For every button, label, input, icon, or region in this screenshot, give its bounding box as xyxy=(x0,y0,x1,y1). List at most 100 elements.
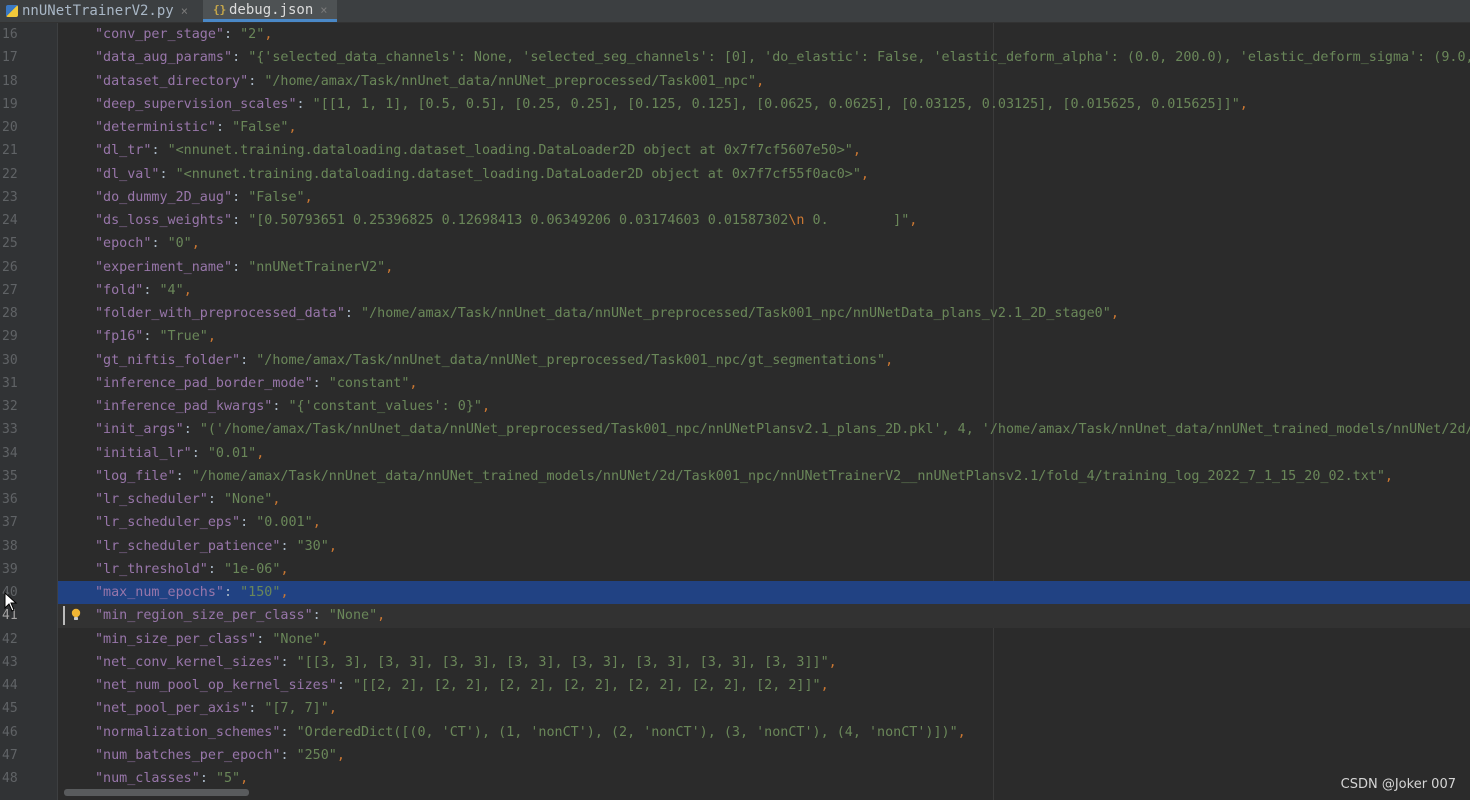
code-line[interactable]: "log_file": "/home/amax/Task/nnUnet_data… xyxy=(58,465,1470,488)
code-line[interactable]: "do_dummy_2D_aug": "False", xyxy=(58,186,1470,209)
code-line[interactable]: "num_batches_per_epoch": "250", xyxy=(58,744,1470,767)
line-number: 45 xyxy=(2,701,18,717)
code-text: "lr_scheduler_eps": "0.001", xyxy=(95,511,321,534)
tab-nnunettrainerv2-py[interactable]: nnUNetTrainerV2.py × xyxy=(0,0,200,22)
comma: , xyxy=(885,352,894,368)
comma: , xyxy=(272,492,281,507)
code-line[interactable]: "net_num_pool_op_kernel_sizes": "[[2, 2]… xyxy=(58,674,1470,697)
code-line[interactable]: "net_conv_kernel_sizes": "[[3, 3], [3, 3… xyxy=(58,651,1470,674)
comma: , xyxy=(240,771,249,786)
colon-separator: : xyxy=(296,96,313,112)
lightbulb-icon[interactable] xyxy=(71,608,81,621)
colon-separator: : xyxy=(224,585,241,600)
code-line[interactable]: "dataset_directory": "/home/amax/Task/nn… xyxy=(58,70,1470,93)
code-line[interactable]: "dl_val": "<nnunet.training.dataloading.… xyxy=(58,163,1470,186)
code-text: "init_args": "('/home/amax/Task/nnUnet_d… xyxy=(95,418,1470,441)
code-line[interactable]: "data_aug_params": "{'selected_data_chan… xyxy=(58,46,1470,69)
json-value: "/home/amax/Task/nnUnet_data/nnUNet_trai… xyxy=(191,468,1385,484)
json-value: "False" xyxy=(248,189,305,205)
line-number: 26 xyxy=(2,259,18,275)
code-text: "fold": "4", xyxy=(95,279,192,302)
code-line[interactable]: "folder_with_preprocessed_data": "/home/… xyxy=(58,302,1470,325)
code-text: "epoch": "0", xyxy=(95,232,200,255)
code-text: "net_num_pool_op_kernel_sizes": "[[2, 2]… xyxy=(95,674,829,697)
code-text: "initial_lr": "0.01", xyxy=(95,442,264,465)
comma: , xyxy=(336,747,345,763)
close-icon[interactable]: × xyxy=(181,4,188,18)
colon-separator: : xyxy=(215,120,233,135)
tab-debug-json[interactable]: {} debug.json × xyxy=(203,0,337,22)
code-line[interactable]: "fold": "4", xyxy=(58,279,1470,302)
horizontal-scrollbar[interactable] xyxy=(64,789,249,796)
json-key: "dl_val" xyxy=(95,166,160,182)
colon-separator: : xyxy=(191,445,208,461)
colon-separator: : xyxy=(183,422,200,438)
json-key: "dl_tr" xyxy=(95,143,152,159)
code-line[interactable]: "lr_scheduler_patience": "30", xyxy=(58,535,1470,558)
python-file-icon xyxy=(6,5,18,17)
code-line[interactable]: "deterministic": "False", xyxy=(58,116,1470,139)
code-line[interactable]: "init_args": "('/home/amax/Task/nnUnet_d… xyxy=(58,418,1470,441)
code-text: "do_dummy_2D_aug": "False", xyxy=(95,186,313,209)
text-caret xyxy=(63,606,65,626)
colon-separator: : xyxy=(232,213,249,228)
code-text: "ds_loss_weights": "[0.50793651 0.253968… xyxy=(95,209,917,232)
code-text: "dataset_directory": "/home/amax/Task/nn… xyxy=(95,70,764,93)
code-line[interactable]: "conv_per_stage": "2", xyxy=(58,23,1470,46)
json-value: "None" xyxy=(328,608,378,624)
code-line[interactable]: "inference_pad_kwargs": "{'constant_valu… xyxy=(58,395,1470,418)
code-line[interactable]: "normalization_schemes": "OrderedDict([(… xyxy=(58,721,1470,744)
code-line[interactable]: "inference_pad_border_mode": "constant", xyxy=(58,372,1470,395)
colon-separator: : xyxy=(175,468,192,484)
close-icon[interactable]: × xyxy=(320,3,327,17)
code-line[interactable]: "ds_loss_weights": "[0.50793651 0.253968… xyxy=(58,209,1470,232)
code-line[interactable]: "dl_tr": "<nnunet.training.dataloading.d… xyxy=(58,139,1470,162)
json-value: "<nnunet.training.dataloading.dataset_lo… xyxy=(167,143,853,159)
json-value: "('/home/amax/Task/nnUnet_data/nnUNet_pr… xyxy=(199,422,1470,438)
json-value: "150" xyxy=(240,585,281,600)
code-line[interactable]: "lr_scheduler": "None", xyxy=(58,488,1470,511)
code-line[interactable]: "min_region_size_per_class": "None", xyxy=(58,604,1470,628)
code-line[interactable]: "fp16": "True", xyxy=(58,325,1470,348)
json-key: "conv_per_stage" xyxy=(95,27,224,42)
code-line[interactable]: "deep_supervision_scales": "[[1, 1, 1], … xyxy=(58,93,1470,116)
json-value: "<nnunet.training.dataloading.dataset_lo… xyxy=(175,166,861,182)
json-value: "0.001" xyxy=(256,515,313,531)
code-line[interactable]: "max_num_epochs": "150", xyxy=(58,581,1470,605)
json-key: "experiment_name" xyxy=(95,259,233,275)
code-line[interactable]: "experiment_name": "nnUNetTrainerV2", xyxy=(58,256,1470,279)
code-text: "conv_per_stage": "2", xyxy=(95,23,272,46)
line-number: 23 xyxy=(2,189,18,205)
line-number: 22 xyxy=(2,166,18,182)
json-value: "None" xyxy=(272,631,321,647)
json-value: "[[2, 2], [2, 2], [2, 2], [2, 2], [2, 2]… xyxy=(352,678,821,693)
line-number: 21 xyxy=(2,143,18,159)
code-text: "normalization_schemes": "OrderedDict([(… xyxy=(95,721,966,744)
tab-label: nnUNetTrainerV2.py xyxy=(22,3,174,19)
colon-separator: : xyxy=(312,608,329,624)
json-key: "inference_pad_kwargs" xyxy=(95,399,273,414)
code-line[interactable]: "initial_lr": "0.01", xyxy=(58,442,1470,465)
colon-separator: : xyxy=(280,654,297,670)
colon-separator: : xyxy=(248,73,265,89)
comma: , xyxy=(909,213,918,228)
colon-separator: : xyxy=(280,747,297,763)
line-number-gutter[interactable]: 16 17 18 19 20 21 22 23 24 25 26 27 28 29 30 31 32 33 34 35… xyxy=(0,23,58,800)
code-editor[interactable]: "conv_per_stage": "2", "data_aug_params":… xyxy=(58,23,1470,800)
code-line[interactable]: "lr_scheduler_eps": "0.001", xyxy=(58,511,1470,534)
code-line[interactable]: "min_size_per_class": "None", xyxy=(58,628,1470,651)
code-text: "inference_pad_border_mode": "constant", xyxy=(95,372,417,395)
code-line[interactable]: "lr_threshold": "1e-06", xyxy=(58,558,1470,581)
line-number: 18 xyxy=(2,73,18,89)
colon-separator: : xyxy=(232,189,249,205)
line-number: 34 xyxy=(2,445,18,461)
code-text: "inference_pad_kwargs": "{'constant_valu… xyxy=(95,395,490,418)
code-line[interactable]: "num_classes": "5", xyxy=(58,767,1470,790)
json-key: "deterministic" xyxy=(95,120,216,135)
line-number: 31 xyxy=(2,375,18,391)
code-line[interactable]: "net_pool_per_axis": "[7, 7]", xyxy=(58,697,1470,720)
code-line[interactable]: "gt_niftis_folder": "/home/amax/Task/nnU… xyxy=(58,349,1470,372)
code-line[interactable]: "epoch": "0", xyxy=(58,232,1470,255)
json-value: "{'constant_values': 0}" xyxy=(288,399,482,414)
json-value: "[[3, 3], [3, 3], [3, 3], [3, 3], [3, 3]… xyxy=(296,654,829,670)
